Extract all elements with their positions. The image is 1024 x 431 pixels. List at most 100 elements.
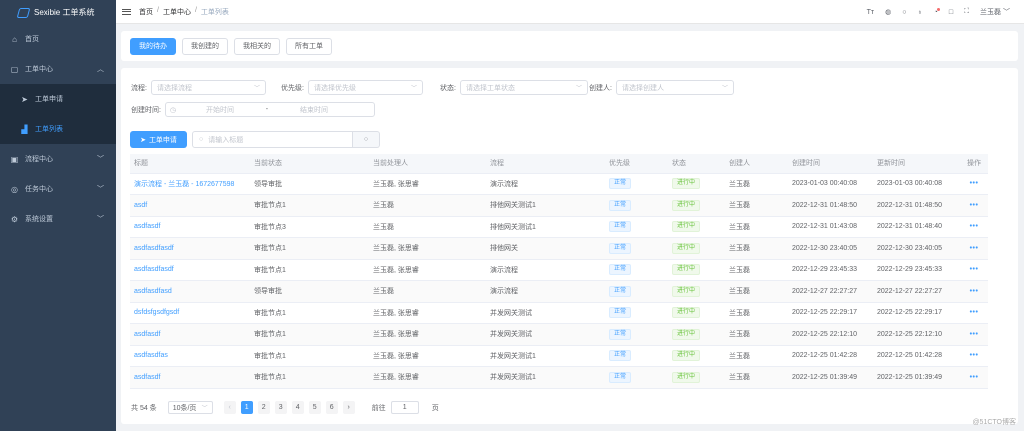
date-range-picker[interactable]: ◷ 开始时间 - 结束时间 xyxy=(164,102,375,117)
page-button[interactable]: 6 xyxy=(325,401,338,414)
page-size-select[interactable]: 10条/页 ﹀ xyxy=(167,401,213,414)
start-date-input[interactable]: 开始时间 xyxy=(180,105,260,115)
github-icon[interactable]: ◍ xyxy=(885,8,891,16)
page-button[interactable]: 3 xyxy=(274,401,287,414)
more-actions-icon[interactable]: ••• xyxy=(960,280,988,303)
sidebar-item-ticket-center[interactable]: ▢ 工单中心 ︿ xyxy=(0,54,116,84)
search-icon[interactable]: ○ xyxy=(902,9,906,16)
more-actions-icon[interactable]: ••• xyxy=(960,216,988,238)
table-row[interactable]: dsfdsfgsdfgsdf 审批节点1 兰玉磊, 张思睿 并发网关测试 正常 进行中 兰玉… xyxy=(130,302,988,324)
more-actions-icon[interactable]: ••• xyxy=(960,237,988,260)
priority-badge: 正常 xyxy=(609,264,632,276)
sidebar-item-ticket-list[interactable]: ▟ 工单列表 xyxy=(0,114,116,144)
font-size-icon[interactable]: Tт xyxy=(867,9,874,16)
process-name: 演示流程 xyxy=(490,288,518,296)
ticket-title-link[interactable]: asdfasdfasdf xyxy=(134,245,174,252)
creator-select[interactable]: 请选择创建人 ﹀ xyxy=(615,80,734,95)
more-actions-icon[interactable]: ••• xyxy=(960,345,988,367)
prev-page-button[interactable]: ‹ xyxy=(223,401,236,414)
table-row[interactable]: asdfasdfasdf 审批节点1 兰玉磊, 张思睿 排他网关 正常 进行中 兰玉磊 202… xyxy=(130,237,988,260)
created-time: 2022-12-25 22:12:10 xyxy=(792,330,857,338)
table-cell: 并发网关测试 xyxy=(486,323,605,346)
send-icon: ➤ xyxy=(21,94,28,104)
bar-chart-icon: ▟ xyxy=(21,124,28,134)
ticket-title-link[interactable]: dsfdsfgsdfgsdf xyxy=(134,309,179,316)
ticket-title-link[interactable]: asdfasdfasd xyxy=(134,288,172,295)
table-cell: 进行中 xyxy=(668,366,725,389)
status-select[interactable]: 请选择工单状态 ﹀ xyxy=(459,80,588,95)
page-size-value: 10条/页 xyxy=(172,404,197,412)
sidebar-item-label: 系统设置 xyxy=(25,216,53,223)
table-cell: 2022-12-27 22:27:27 xyxy=(788,280,873,303)
table-row[interactable]: asdf 审批节点1 兰玉磊 排他网关测试1 正常 进行中 兰玉磊 2022-12-31 01… xyxy=(130,194,988,217)
table-cell: asdfasdf xyxy=(130,366,250,389)
sidebar-item-home[interactable]: ⌂ 首页 xyxy=(0,24,116,54)
table-row[interactable]: asdfasdfas 审批节点1 兰玉磊, 张思睿 并发网关测试1 正常 进行中 兰玉磊 20… xyxy=(130,345,988,367)
gear-icon: ⚙ xyxy=(10,214,19,224)
search-input[interactable]: ○ 请输入标题 xyxy=(192,131,353,148)
table-row[interactable]: asdfasdf 审批节点3 兰玉磊 排他网关测试1 正常 进行中 兰玉磊 2022-12-3… xyxy=(130,216,988,238)
sidebar-item-task-center[interactable]: ◎ 任务中心 ﹀ xyxy=(0,174,116,204)
current-state: 审批节点1 xyxy=(254,309,286,317)
table-row[interactable]: asdfasdfasdf 审批节点1 兰玉磊, 张思睿 演示流程 正常 进行中 兰玉磊 202… xyxy=(130,259,988,281)
table-row[interactable]: asdfasdfasd 领导审批 兰玉磊 演示流程 正常 进行中 兰玉磊 2022-12-27… xyxy=(130,280,988,303)
theme-icon[interactable]: ♁ xyxy=(917,9,922,16)
ticket-title-link[interactable]: 演示流程 - 兰玉磊 - 1672677598 xyxy=(134,181,234,188)
page-button[interactable]: 2 xyxy=(257,401,270,414)
breadcrumb-item[interactable]: 工单中心 xyxy=(163,7,191,17)
updated-time: 2022-12-25 22:12:10 xyxy=(877,330,942,338)
more-actions-icon[interactable]: ••• xyxy=(960,194,988,217)
priority-select[interactable]: 请选择优先级 ﹀ xyxy=(307,80,423,95)
created-time: 2022-12-25 01:39:49 xyxy=(792,373,857,381)
pagination: 共 54 条 10条/页 ﹀ ‹ 1 2 3 4 5 6 › 前往 1 页 xyxy=(131,401,439,414)
breadcrumb-item: 工单列表 xyxy=(200,8,229,16)
search-button[interactable]: ○ xyxy=(353,131,380,148)
message-icon[interactable]: □ xyxy=(949,9,953,16)
table-row[interactable]: 演示流程 - 兰玉磊 - 1672677598 领导审批 兰玉磊, 张思睿 演示流程 正… xyxy=(130,173,988,195)
filter-creator: 创建人: 请选择创建人 ﹀ xyxy=(589,80,734,95)
page-button[interactable]: 4 xyxy=(291,401,304,414)
process-select[interactable]: 请选择流程 ﹀ xyxy=(150,80,266,95)
ticket-title-link[interactable]: asdfasdf xyxy=(134,223,160,230)
ticket-title-link[interactable]: asdf xyxy=(134,202,147,209)
hamburger-icon[interactable] xyxy=(122,8,131,15)
sidebar-item-flow-center[interactable]: ▣ 流程中心 ﹀ xyxy=(0,144,116,174)
next-page-button[interactable]: › xyxy=(342,401,355,414)
table-cell: 领导审批 xyxy=(250,173,369,195)
creator: 兰玉磊 xyxy=(729,245,750,253)
more-actions-icon[interactable]: ••• xyxy=(960,302,988,324)
breadcrumb-item[interactable]: 首页 xyxy=(139,7,153,17)
more-actions-icon[interactable]: ••• xyxy=(960,366,988,389)
ticket-title-link[interactable]: asdfasdfas xyxy=(134,352,168,359)
sidebar-item-ticket-apply[interactable]: ➤ 工单申请 xyxy=(0,84,116,114)
ticket-title-link[interactable]: asdfasdf xyxy=(134,374,160,381)
page-button[interactable]: 1 xyxy=(240,401,253,414)
chevron-down-icon: ﹀ xyxy=(201,406,208,412)
table-row[interactable]: asdfasdf 审批节点1 兰玉磊, 张思睿 并发网关测试 正常 进行中 兰玉磊 2022-… xyxy=(130,323,988,346)
tab-my-related[interactable]: 我相关的 xyxy=(234,37,280,55)
tab-all-tickets[interactable]: 所有工单 xyxy=(286,37,332,55)
table-cell: 进行中 xyxy=(668,216,725,238)
table-row[interactable]: asdfasdf 审批节点1 兰玉磊, 张思睿 并发网关测试1 正常 进行中 兰玉磊 2022… xyxy=(130,366,988,389)
user-menu[interactable]: 兰玉磊 ﹀ xyxy=(980,7,1010,17)
end-date-input[interactable]: 结束时间 xyxy=(274,105,354,115)
page-button[interactable]: 5 xyxy=(308,401,321,414)
table-cell: 兰玉磊, 张思睿 xyxy=(369,259,486,281)
fullscreen-icon[interactable]: ⛶ xyxy=(964,8,969,16)
tab-my-created[interactable]: 我创建的 xyxy=(182,37,228,55)
column-header: 优先级 xyxy=(605,154,668,174)
app-logo[interactable]: Sexibie 工单系统 xyxy=(0,0,116,24)
column-header: 流程 xyxy=(486,154,605,174)
more-actions-icon[interactable]: ••• xyxy=(960,323,988,346)
table-cell: asdfasdfasdf xyxy=(130,237,250,260)
ticket-title-link[interactable]: asdfasdf xyxy=(134,331,160,338)
new-ticket-button[interactable]: ➤ 工单申请 xyxy=(130,131,187,148)
tab-my-todo[interactable]: 我的待办 xyxy=(130,37,176,55)
more-actions-icon[interactable]: ••• xyxy=(960,173,988,195)
bell-icon[interactable]: ◔ xyxy=(934,7,941,16)
goto-page-input[interactable]: 1 xyxy=(390,401,419,414)
more-actions-icon[interactable]: ••• xyxy=(960,259,988,281)
breadcrumb: 首页 / 工单中心 / 工单列表 xyxy=(139,6,229,17)
sidebar-item-settings[interactable]: ⚙ 系统设置 ﹀ xyxy=(0,204,116,234)
ticket-title-link[interactable]: asdfasdfasdf xyxy=(134,266,174,273)
